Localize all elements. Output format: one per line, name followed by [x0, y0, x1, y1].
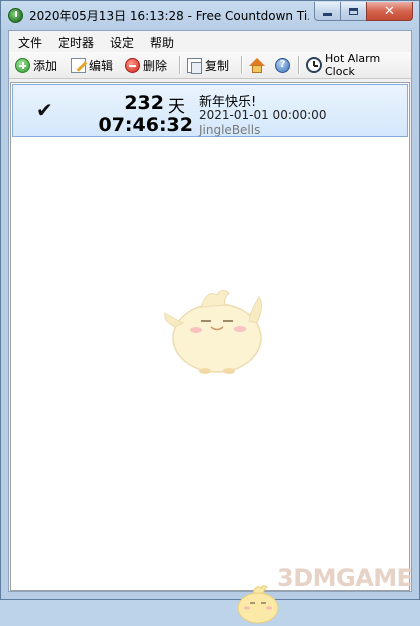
timer-enabled-checkbox[interactable]: ✔ [36, 100, 53, 120]
menu-timer[interactable]: 定时器 [57, 34, 95, 51]
chick-mascot-image [164, 289, 263, 374]
edit-label: 编辑 [89, 58, 114, 73]
close-icon: ✕ [384, 3, 395, 19]
close-button[interactable]: ✕ [366, 2, 413, 21]
delete-button[interactable]: 删除 [125, 55, 167, 75]
home-icon [249, 57, 266, 73]
delete-icon [125, 57, 140, 73]
help-button[interactable]: ? [275, 55, 293, 75]
timer-list[interactable]: ✔ 232 天 07:46:32 新年快乐! 2021-01-01 00:00:… [10, 82, 410, 624]
toolbar-separator [241, 56, 243, 74]
add-icon [15, 57, 30, 73]
hot-alarm-clock-label: Hot Alarm Clock [325, 52, 381, 78]
edit-button[interactable]: 编辑 [71, 55, 113, 75]
time-remaining: 07:46:32 [98, 114, 193, 136]
days-remaining: 232 [124, 92, 164, 114]
small-chick-mascot-image [237, 585, 279, 624]
add-button[interactable]: 添加 [15, 55, 57, 75]
window-title: 2020年05月13日 16:13:28 - Free Countdown Ti… [29, 9, 309, 23]
toolbar-separator [298, 56, 300, 74]
delete-label: 删除 [143, 58, 168, 73]
title-bar[interactable]: 2020年05月13日 16:13:28 - Free Countdown Ti… [1, 1, 419, 30]
menu-file[interactable]: 文件 [17, 34, 43, 51]
client-area: 文件 定时器 设定 帮助 添加 编辑 删除 复制 ? Hot Alarm Clo… [8, 30, 412, 624]
hot-alarm-clock-button[interactable]: Hot Alarm Clock [306, 52, 411, 78]
toolbar-separator [179, 56, 181, 74]
toolbar: 添加 编辑 删除 复制 ? Hot Alarm Clock [9, 52, 411, 79]
clock-app-icon[interactable] [8, 8, 23, 23]
timer-target-datetime: 2021-01-01 00:00:00 [199, 108, 327, 122]
add-label: 添加 [33, 58, 58, 73]
menu-help[interactable]: 帮助 [149, 34, 175, 51]
minimize-icon [323, 12, 332, 16]
copy-button[interactable]: 复制 [187, 55, 229, 75]
copy-icon [187, 57, 202, 74]
menu-bar: 文件 定时器 设定 帮助 [9, 31, 411, 52]
timer-sound: JingleBells [199, 123, 261, 137]
copy-label: 复制 [205, 58, 230, 73]
menu-settings[interactable]: 设定 [109, 34, 135, 51]
edit-icon [71, 57, 86, 73]
app-window: 2020年05月13日 16:13:28 - Free Countdown Ti… [0, 0, 420, 624]
alarm-clock-icon [306, 57, 322, 73]
maximize-button[interactable] [340, 2, 367, 21]
timer-row[interactable]: ✔ 232 天 07:46:32 新年快乐! 2021-01-01 00:00:… [12, 84, 408, 137]
minimize-button[interactable] [314, 2, 341, 21]
home-button[interactable] [249, 55, 269, 75]
help-icon: ? [275, 57, 290, 73]
maximize-icon [349, 7, 358, 15]
watermark-text: 3DMGAME [277, 564, 413, 592]
